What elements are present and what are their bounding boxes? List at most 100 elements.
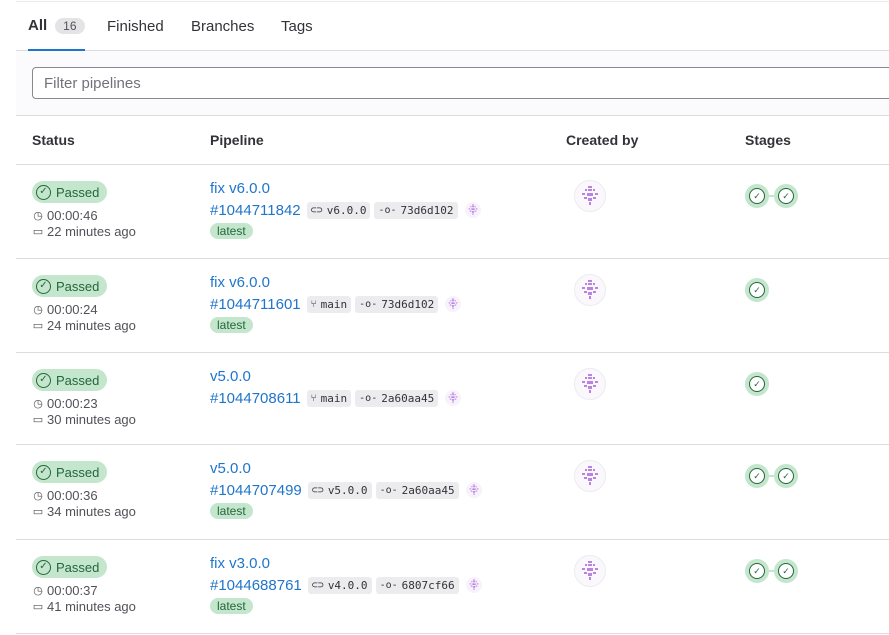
pipeline-id-link[interactable]: #1044688761 [210,577,302,594]
tab-label: Branches [191,18,255,35]
status-badge[interactable]: ✓ Passed [32,369,108,391]
finished-at: ▭ 41 minutes ago [32,598,136,614]
commit-chip[interactable]: -o- 2a60aa45 [355,389,439,407]
table-row: ✓ Passed ◷ 00:00:24 ▭ 24 minutes ago fix… [16,259,889,353]
check-circle-icon: ✓ [778,188,794,204]
avatar[interactable] [574,274,606,306]
check-circle-icon: ✓ [36,278,51,294]
stage-passed-button[interactable]: ✓ [774,184,798,208]
stage-passed-button[interactable]: ✓ [745,278,769,302]
pipeline-id-link[interactable]: #1044707499 [210,482,302,499]
time-ago: 22 minutes ago [47,223,136,239]
pipeline-id-link[interactable]: #1044711842 [210,202,301,219]
commit-sha: 73d6d102 [381,297,435,311]
pipeline-id-link[interactable]: #1044711601 [210,296,301,313]
ref-chip[interactable]: ⊂⊃ v5.0.0 [307,481,372,499]
calendar-icon: ▭ [32,413,44,426]
commit-icon: -o- [359,392,378,404]
status-badge[interactable]: ✓ Passed [32,275,108,297]
stage-passed-button[interactable]: ✓ [745,464,769,488]
status-label: Passed [56,184,100,200]
tab-label: All [28,17,48,34]
pipeline-stages: ✓ [745,372,769,396]
stage-passed-button[interactable]: ✓ [745,559,769,583]
pipeline-title-link[interactable]: fix v6.0.0 [210,274,270,291]
branch-icon: ⑂ [310,392,317,404]
avatar[interactable] [574,460,606,492]
status-badge[interactable]: ✓ Passed [32,181,108,203]
commit-icon: -o- [378,204,397,216]
branch-icon: ⑂ [310,298,317,310]
filter-pipelines-input[interactable] [32,67,889,99]
duration-value: 00:00:36 [47,487,98,503]
duration-value: 00:00:24 [47,301,98,317]
commit-sha: 2a60aa45 [401,483,455,497]
status-badge[interactable]: ✓ Passed [32,556,108,578]
pipeline-title-link[interactable]: fix v3.0.0 [210,555,270,572]
status-badge[interactable]: ✓ Passed [32,461,108,483]
stage-passed-button[interactable]: ✓ [774,464,798,488]
check-circle-icon: ✓ [778,468,794,484]
tab-tags[interactable]: Tags [281,2,313,51]
time-ago: 30 minutes ago [47,411,136,427]
tab-label: Finished [107,18,164,35]
stage-passed-button[interactable]: ✓ [774,559,798,583]
tag-icon: ⊂⊃ [311,484,324,496]
commit-icon: -o- [379,579,398,591]
commit-author-avatar[interactable] [445,390,462,406]
ref-name: v5.0.0 [327,483,368,497]
pipeline-id-link[interactable]: #1044708611 [210,390,301,407]
commit-chip[interactable]: -o- 6807cf66 [375,576,459,594]
time-ago: 34 minutes ago [47,503,136,519]
pipeline-title-link[interactable]: v5.0.0 [210,460,251,477]
commit-author-avatar[interactable] [465,482,482,498]
finished-at: ▭ 30 minutes ago [32,411,136,427]
pipeline-stages: ✓ ✓ [745,184,798,208]
commit-chip[interactable]: -o- 73d6d102 [374,201,458,219]
ref-chip[interactable]: ⑂ main [306,389,352,407]
pipeline-id-line: #1044688761 ⊂⊃ v4.0.0 -o- 6807cf66 [210,575,482,595]
ref-chip[interactable]: ⊂⊃ v6.0.0 [306,201,371,219]
duration-value: 00:00:23 [47,395,98,411]
duration: ◷ 00:00:23 [32,395,98,411]
pipeline-title-link[interactable]: fix v6.0.0 [210,180,270,197]
commit-author-avatar[interactable] [465,577,482,593]
ref-name: v4.0.0 [327,578,368,592]
pipeline-stages: ✓ ✓ [745,559,798,583]
avatar[interactable] [574,368,606,400]
stage-passed-button[interactable]: ✓ [745,372,769,396]
check-circle-icon: ✓ [36,184,51,200]
pipeline-id-line: #1044708611 ⑂ main -o- 2a60aa45 [210,388,462,408]
avatar[interactable] [574,180,606,212]
tag-icon: ⊂⊃ [311,579,324,591]
count-badge: 16 [55,17,85,34]
pipeline-stages: ✓ ✓ [745,464,798,488]
ref-name: main [320,391,348,405]
pipeline-stages: ✓ [745,278,769,302]
time-ago: 24 minutes ago [47,317,136,333]
tab-finished[interactable]: Finished [107,2,164,51]
tab-branches[interactable]: Branches [191,2,254,51]
tab-label: Tags [281,18,313,35]
check-circle-icon: ✓ [778,563,794,579]
duration: ◷ 00:00:24 [32,301,98,317]
check-circle-icon: ✓ [749,376,765,392]
avatar[interactable] [574,555,606,587]
commit-author-avatar[interactable] [464,202,481,218]
filter-bar [16,51,889,116]
ref-chip[interactable]: ⑂ main [306,295,352,313]
finished-at: ▭ 24 minutes ago [32,317,136,333]
stage-passed-button[interactable]: ✓ [745,184,769,208]
check-circle-icon: ✓ [749,282,765,298]
commit-chip[interactable]: -o- 2a60aa45 [375,481,459,499]
tab-all[interactable]: All 16 [28,2,85,51]
pipeline-title-link[interactable]: v5.0.0 [210,368,251,385]
commit-chip[interactable]: -o- 73d6d102 [355,295,439,313]
table-row: ✓ Passed ◷ 00:00:36 ▭ 34 minutes ago v5.… [16,445,889,540]
table-header: Status Pipeline Created by Stages [16,116,889,165]
timer-icon: ◷ [33,397,43,410]
pipeline-id-line: #1044711601 ⑂ main -o- 73d6d102 [210,294,462,314]
commit-author-avatar[interactable] [445,296,462,312]
timer-icon: ◷ [33,489,43,502]
ref-chip[interactable]: ⊂⊃ v4.0.0 [307,576,372,594]
